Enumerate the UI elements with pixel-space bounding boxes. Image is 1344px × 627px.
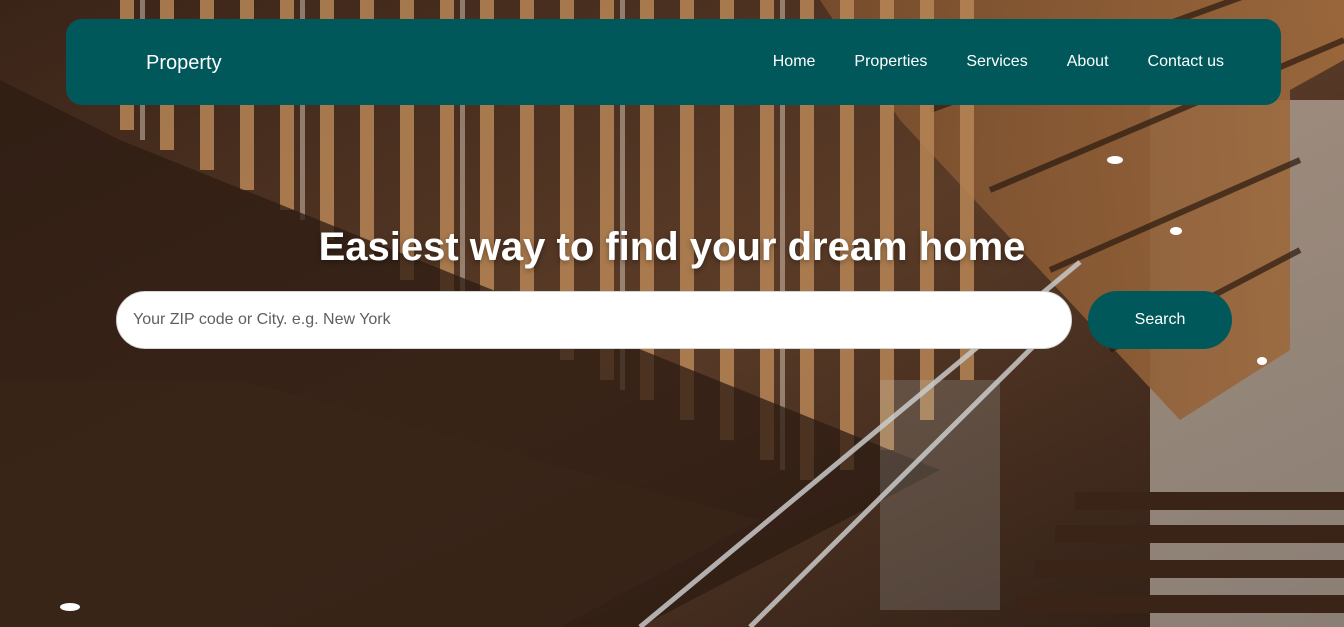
search-button[interactable]: Search <box>1088 291 1232 349</box>
nav-link-contact[interactable]: Contact us <box>1148 52 1224 72</box>
nav-links: Home Properties Services About Contact u… <box>734 52 1224 72</box>
nav-link-properties[interactable]: Properties <box>854 52 927 72</box>
hero-section: Property Home Properties Services About … <box>0 0 1344 627</box>
nav-link-about[interactable]: About <box>1067 52 1109 72</box>
navbar: Property Home Properties Services About … <box>66 19 1281 105</box>
brand-logo[interactable]: Property <box>146 50 222 76</box>
hero-headline: Easiest way to find your dream home <box>318 224 1026 269</box>
location-search-input[interactable] <box>116 291 1072 349</box>
nav-link-services[interactable]: Services <box>966 52 1027 72</box>
nav-link-home[interactable]: Home <box>773 52 816 72</box>
